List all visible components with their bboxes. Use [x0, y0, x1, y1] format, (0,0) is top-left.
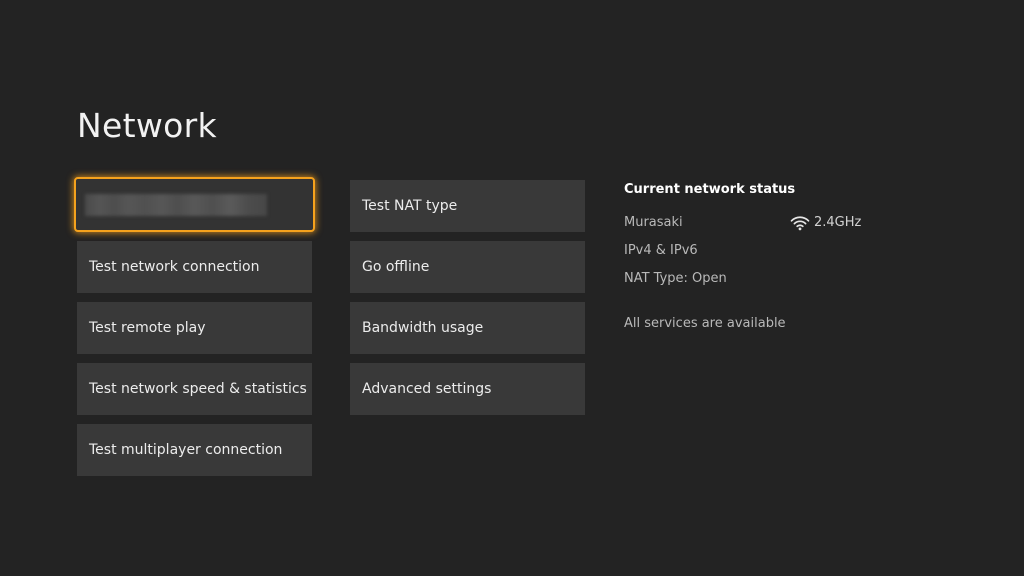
- advanced-settings-button[interactable]: Advanced settings: [350, 363, 585, 415]
- services-status: All services are available: [624, 316, 786, 331]
- status-title: Current network status: [624, 182, 796, 197]
- test-network-speed-button[interactable]: Test network speed & statistics: [77, 363, 312, 415]
- wifi-icon: [790, 215, 810, 231]
- bandwidth-usage-button[interactable]: Bandwidth usage: [350, 302, 585, 354]
- network-actions-left: Test network connection Test remote play…: [74, 177, 315, 476]
- test-nat-type-button[interactable]: Test NAT type: [350, 180, 585, 232]
- test-network-connection-button[interactable]: Test network connection: [77, 241, 312, 293]
- test-multiplayer-connection-button[interactable]: Test multiplayer connection: [77, 424, 312, 476]
- nat-type-status: NAT Type: Open: [624, 271, 727, 286]
- redacted-network-name: [85, 194, 267, 216]
- wifi-band-indicator: 2.4GHz: [790, 209, 861, 237]
- page-title: Network: [77, 106, 217, 145]
- ip-version: IPv4 & IPv6: [624, 243, 698, 258]
- go-offline-button[interactable]: Go offline: [350, 241, 585, 293]
- network-name-tile[interactable]: [74, 177, 315, 232]
- network-settings-screen: Network Test network connection Test rem…: [0, 0, 1024, 576]
- network-actions-middle: Test NAT type Go offline Bandwidth usage…: [350, 180, 585, 415]
- network-name: Murasaki: [624, 215, 683, 230]
- network-name-row: Murasaki 2.4GHz: [624, 209, 924, 237]
- test-remote-play-button[interactable]: Test remote play: [77, 302, 312, 354]
- wifi-band: 2.4GHz: [814, 215, 862, 230]
- network-status-panel: Current network status Murasaki 2.4GHz I…: [624, 180, 924, 338]
